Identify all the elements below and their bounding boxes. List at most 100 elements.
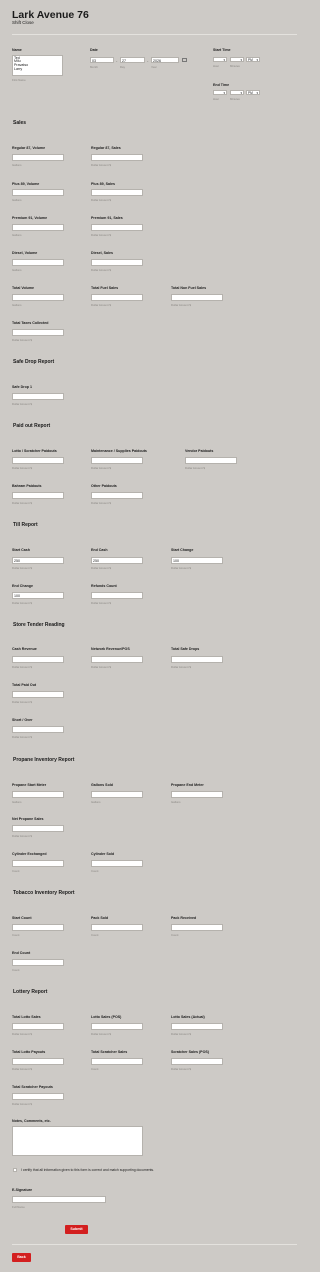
- name-listbox[interactable]: Ted Milu Pravatso Larry: [12, 55, 63, 76]
- name-option[interactable]: Larry: [14, 67, 61, 72]
- other-paidouts-input[interactable]: [91, 492, 143, 499]
- field-sub: Dollar Amount $: [171, 665, 191, 669]
- section-title-paid-out: Paid out Report: [13, 423, 51, 429]
- short-over-label: Short / Over: [12, 718, 33, 722]
- back-button[interactable]: Back: [12, 1253, 31, 1262]
- field-sub: Dollar Amount $: [185, 466, 205, 470]
- diesel-volume-input[interactable]: [12, 259, 64, 266]
- field-sub: Dollar Amount $: [91, 566, 111, 570]
- lotto-sales-pos-input[interactable]: [91, 1023, 143, 1030]
- premium-volume-input[interactable]: [12, 224, 64, 231]
- field-sub: Gallons: [12, 303, 22, 307]
- end-change-input[interactable]: 100: [12, 592, 64, 599]
- field-sub: Dollar Amount $: [91, 601, 111, 605]
- calendar-icon[interactable]: [182, 58, 187, 62]
- date-day-input[interactable]: 27: [120, 57, 145, 63]
- propane-end-meter-input[interactable]: [171, 791, 223, 798]
- end-hour-select[interactable]: [213, 90, 227, 95]
- network-revenue-input[interactable]: [91, 656, 143, 663]
- start-cash-input[interactable]: 250: [12, 557, 64, 564]
- end-time-label: End Time: [213, 83, 230, 87]
- gallons-sold-input[interactable]: [91, 791, 143, 798]
- total-lotto-payouts-label: Total Lotto Payouts: [12, 1050, 46, 1054]
- start-change-input[interactable]: 100: [171, 557, 223, 564]
- total-safe-drops-input[interactable]: [171, 656, 223, 663]
- bahram-paidouts-input[interactable]: [12, 492, 64, 499]
- total-lotto-payouts-input[interactable]: [12, 1058, 64, 1065]
- lotto-sales-pos-label: Lotto Sales (POS): [91, 1015, 122, 1019]
- maintenance-paidouts-input[interactable]: [91, 457, 143, 464]
- plus-sales-label: Plus 89, Sales: [91, 182, 115, 186]
- pack-received-input[interactable]: [171, 924, 223, 931]
- maintenance-paidouts-label: Maintenance / Supplies Paidouts: [91, 449, 147, 453]
- field-sub: Count: [12, 869, 20, 873]
- total-fuel-sales-input[interactable]: [91, 294, 143, 301]
- notes-textarea[interactable]: [12, 1126, 143, 1156]
- total-paid-out-input[interactable]: [12, 691, 64, 698]
- date-year-input[interactable]: 2026: [151, 57, 179, 63]
- certify-checkbox[interactable]: [13, 1168, 17, 1172]
- total-scratcher-sales-label: Total Scratcher Sales: [91, 1050, 128, 1054]
- total-scratcher-payouts-input[interactable]: [12, 1093, 64, 1100]
- other-paidouts-label: Other Paidouts: [91, 484, 117, 488]
- refunds-count-input[interactable]: [91, 592, 143, 599]
- field-sub: Count: [12, 968, 20, 972]
- field-sub: Dollar Amount $: [12, 1067, 32, 1071]
- total-scratcher-sales-input[interactable]: [91, 1058, 143, 1065]
- premium-sales-label: Premium 91, Sales: [91, 216, 123, 220]
- regular-volume-input[interactable]: [12, 154, 64, 161]
- field-sub: Gallons: [12, 268, 22, 272]
- pack-sold-input[interactable]: [91, 924, 143, 931]
- date-month-input[interactable]: 03: [90, 57, 114, 63]
- safe-drop-1-input[interactable]: [12, 393, 64, 400]
- end-hour-sub: Hour: [213, 97, 220, 101]
- scratcher-sales-pos-input[interactable]: [171, 1058, 223, 1065]
- field-sub: Dollar Amount $: [91, 303, 111, 307]
- divider: [12, 34, 297, 35]
- end-count-input[interactable]: [12, 959, 64, 966]
- premium-sales-input[interactable]: [91, 224, 143, 231]
- total-volume-input[interactable]: [12, 294, 64, 301]
- start-hour-select[interactable]: [213, 57, 227, 62]
- total-lotto-sales-input[interactable]: [12, 1023, 64, 1030]
- start-ampm-select[interactable]: PM: [246, 57, 260, 62]
- field-sub: Dollar Amount $: [91, 163, 111, 167]
- field-sub: Dollar Amount $: [171, 1067, 191, 1071]
- total-scratcher-payouts-label: Total Scratcher Payouts: [12, 1085, 53, 1089]
- lotto-paidouts-input[interactable]: [12, 457, 64, 464]
- cylinder-exchanged-input[interactable]: [12, 860, 64, 867]
- vendor-paidouts-input[interactable]: [185, 457, 237, 464]
- field-sub: Dollar Amount $: [91, 233, 111, 237]
- lotto-paidouts-label: Lotto / Scratcher Paidouts: [12, 449, 57, 453]
- bahram-paidouts-label: Bahram Paidouts: [12, 484, 42, 488]
- end-minute-select[interactable]: [230, 90, 244, 95]
- total-fuel-sales-label: Total Fuel Sales: [91, 286, 119, 290]
- field-sub: Count: [91, 1067, 99, 1071]
- net-propane-sales-input[interactable]: [12, 825, 64, 832]
- diesel-sales-input[interactable]: [91, 259, 143, 266]
- lotto-sales-actual-label: Lotto Sales (Actual): [171, 1015, 205, 1019]
- date-month-sub: Month: [90, 65, 98, 69]
- start-count-input[interactable]: [12, 924, 64, 931]
- section-title-tobacco: Tobacco Inventory Report: [13, 890, 75, 896]
- e-signature-input[interactable]: [12, 1196, 106, 1203]
- plus-volume-input[interactable]: [12, 189, 64, 196]
- plus-sales-input[interactable]: [91, 189, 143, 196]
- field-sub: Dollar Amount $: [12, 1032, 32, 1036]
- start-minute-select[interactable]: [230, 57, 244, 62]
- submit-button[interactable]: Submit: [65, 1225, 88, 1234]
- propane-start-meter-input[interactable]: [12, 791, 64, 798]
- gallons-sold-label: Gallons Sold: [91, 783, 113, 787]
- field-sub: Dollar Amount $: [12, 601, 32, 605]
- cash-revenue-input[interactable]: [12, 656, 64, 663]
- regular-sales-input[interactable]: [91, 154, 143, 161]
- field-sub: Dollar Amount $: [91, 198, 111, 202]
- short-over-input[interactable]: [12, 726, 64, 733]
- total-taxes-input[interactable]: [12, 329, 64, 336]
- date-separator: -: [116, 58, 118, 63]
- end-ampm-select[interactable]: PM: [246, 90, 260, 95]
- total-nonfuel-sales-input[interactable]: [171, 294, 223, 301]
- end-cash-input[interactable]: 250: [91, 557, 143, 564]
- lotto-sales-actual-input[interactable]: [171, 1023, 223, 1030]
- cylinder-sold-input[interactable]: [91, 860, 143, 867]
